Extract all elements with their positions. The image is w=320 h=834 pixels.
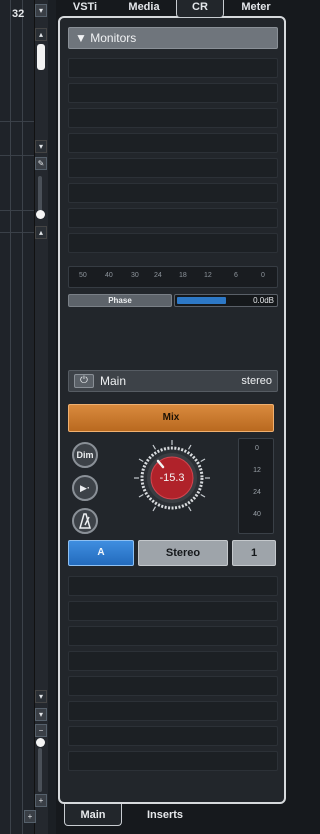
grid-line	[22, 0, 23, 834]
meter-tick: 40	[253, 511, 261, 518]
grid-line	[0, 121, 34, 122]
insert-slot[interactable]	[68, 726, 278, 746]
insert-slot[interactable]	[68, 601, 278, 621]
output-one-button[interactable]: 1	[232, 540, 276, 566]
insert-slot[interactable]	[68, 651, 278, 671]
scroll-down-button[interactable]: ▾	[35, 140, 47, 153]
grid-line	[0, 210, 34, 211]
zoom-slider-handle[interactable]	[36, 210, 45, 219]
control-room-panel: ▼ Monitors 50 40 30 24 18 12 6 0 Phase 0…	[58, 16, 286, 804]
add-button[interactable]: +	[24, 810, 36, 823]
pencil-icon[interactable]: ✎	[35, 157, 47, 170]
main-meter: 0 12 24 40	[238, 438, 274, 534]
dim-button[interactable]: Dim	[72, 442, 98, 468]
meter-tick: 0	[255, 445, 259, 452]
scroll-down-button[interactable]: ▾	[35, 708, 47, 721]
monitor-slot[interactable]	[68, 233, 278, 253]
insert-slot[interactable]	[68, 626, 278, 646]
stereo-button[interactable]: Stereo	[138, 540, 228, 566]
monitor-slot[interactable]	[68, 83, 278, 103]
volume-knob[interactable]: -15.3	[132, 438, 212, 518]
meter-tick: 30	[131, 272, 139, 279]
zoom-in-button[interactable]: +	[35, 794, 47, 807]
meter-tick: 24	[253, 489, 261, 496]
metronome-button[interactable]	[72, 508, 98, 534]
zoom-slider-handle[interactable]	[36, 738, 45, 747]
meter-tick: 6	[234, 272, 238, 279]
main-output-header: ⏻ Main stereo	[68, 370, 278, 392]
metronome-icon	[79, 513, 91, 529]
meter-tick: 24	[154, 272, 162, 279]
main-label: Main	[100, 374, 127, 388]
monitor-slot[interactable]	[68, 183, 278, 203]
level-value: 0.0dB	[253, 296, 274, 305]
scroll-up-button[interactable]: ▴	[35, 28, 47, 41]
meter-tick: 40	[105, 272, 113, 279]
insert-slot[interactable]	[68, 751, 278, 771]
monitor-slot[interactable]	[68, 133, 278, 153]
scroll-down-button[interactable]: ▾	[35, 690, 47, 703]
level-meter-scale: 50 40 30 24 18 12 6 0	[68, 266, 278, 288]
meter-tick: 12	[204, 272, 212, 279]
power-icon[interactable]: ⏻	[74, 374, 94, 388]
track-editor-area	[0, 0, 34, 834]
speaker-a-button[interactable]: A	[68, 540, 134, 566]
tab-inserts[interactable]: Inserts	[134, 804, 196, 826]
knob-value: -15.3	[159, 472, 185, 484]
grid-line	[0, 232, 34, 233]
zoom-slider-track[interactable]	[38, 748, 42, 792]
monitors-section-header[interactable]: ▼ Monitors	[68, 27, 278, 49]
grid-line	[0, 155, 34, 156]
project-window-strip: 32 ▾ ▴ ▾ ✎ ▴ ▾ ▾ − + +	[0, 0, 56, 834]
meter-tick: 50	[79, 272, 87, 279]
zoom-out-button[interactable]: −	[35, 724, 47, 737]
insert-slot[interactable]	[68, 576, 278, 596]
monitor-slot[interactable]	[68, 158, 278, 178]
tab-media[interactable]: Media	[114, 0, 174, 16]
tab-cr[interactable]: CR	[176, 0, 224, 18]
track-number: 32	[12, 8, 25, 20]
tab-meter[interactable]: Meter	[228, 0, 284, 16]
monitor-slot[interactable]	[68, 208, 278, 228]
zoom-slider-track[interactable]	[38, 176, 42, 212]
meter-tick: 18	[179, 272, 187, 279]
monitor-slot[interactable]	[68, 58, 278, 78]
tab-main[interactable]: Main	[64, 804, 122, 826]
scroll-thumb[interactable]	[37, 44, 45, 70]
monitors-title: Monitors	[90, 31, 137, 45]
level-bar: 0.0dB	[174, 294, 278, 307]
level-bar-fill	[177, 297, 226, 304]
tab-vsti[interactable]: VSTi	[64, 0, 106, 16]
talkback-button[interactable]: ▶·	[72, 475, 98, 501]
monitor-slot[interactable]	[68, 108, 278, 128]
phase-button[interactable]: Phase	[68, 294, 172, 307]
scroll-down-button[interactable]: ▾	[35, 4, 47, 17]
meter-tick: 12	[253, 467, 261, 474]
collapse-icon: ▼	[75, 31, 87, 45]
insert-slot[interactable]	[68, 676, 278, 696]
scroll-up-button[interactable]: ▴	[35, 226, 47, 239]
channel-format-label: stereo	[241, 375, 272, 387]
grid-line	[10, 0, 11, 834]
insert-slot[interactable]	[68, 701, 278, 721]
mix-button[interactable]: Mix	[68, 404, 274, 432]
meter-tick: 0	[261, 272, 265, 279]
